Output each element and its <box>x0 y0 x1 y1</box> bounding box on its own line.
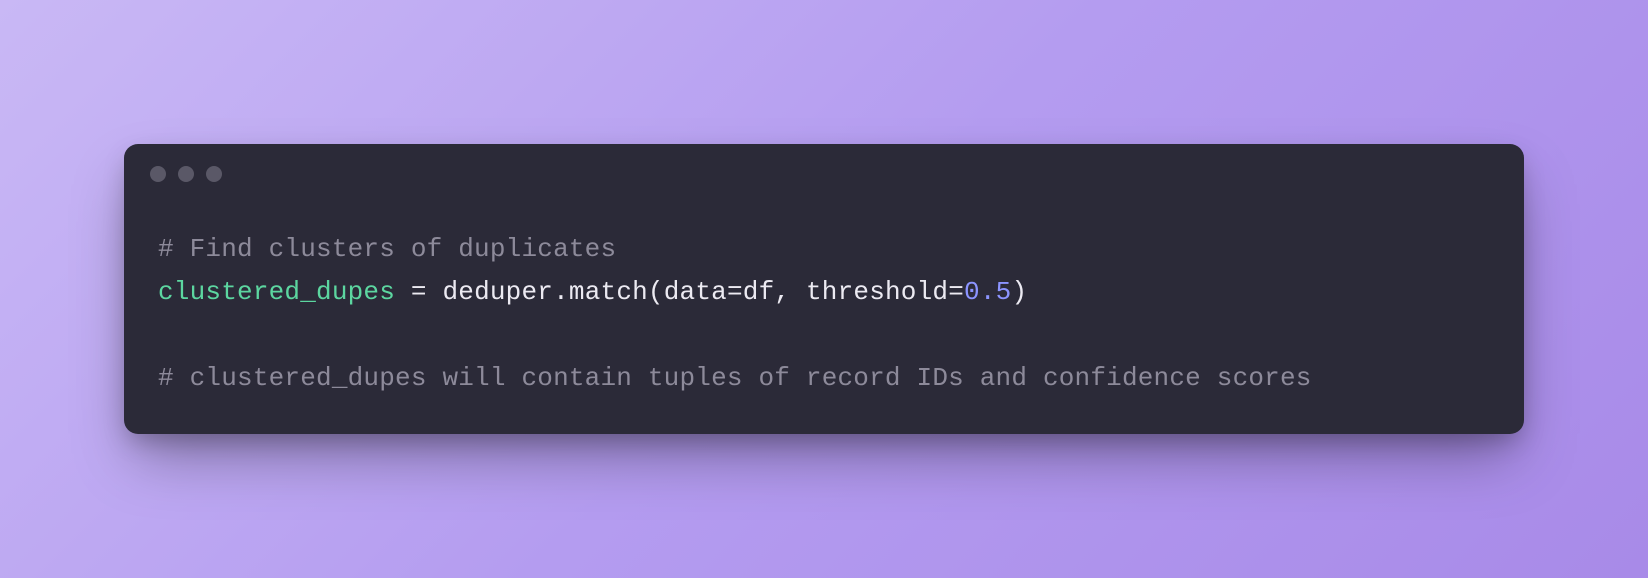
code-line-4: # clustered_dupes will contain tuples of… <box>158 357 1490 400</box>
code-punctuation: , <box>774 277 806 307</box>
traffic-light-close-icon <box>150 166 166 182</box>
code-identifier: deduper <box>442 277 553 307</box>
code-comment: # Find clusters of duplicates <box>158 234 616 264</box>
code-line-1: # Find clusters of duplicates <box>158 228 1490 271</box>
code-number-literal: 0.5 <box>964 277 1011 307</box>
code-kwarg-key: threshold <box>806 277 948 307</box>
window-titlebar <box>124 144 1524 188</box>
code-window: # Find clusters of duplicates clustered_d… <box>124 144 1524 435</box>
code-kwarg-value: df <box>743 277 775 307</box>
code-punctuation: ( <box>648 277 664 307</box>
code-punctuation: ) <box>1011 277 1027 307</box>
code-blank-line <box>158 314 1490 357</box>
code-variable: clustered_dupes <box>158 277 395 307</box>
code-operator: = <box>395 277 442 307</box>
traffic-light-minimize-icon <box>178 166 194 182</box>
code-punctuation: . <box>553 277 569 307</box>
code-method: match <box>569 277 648 307</box>
code-kwarg-key: data <box>664 277 727 307</box>
code-operator: = <box>948 277 964 307</box>
code-comment: # clustered_dupes will contain tuples of… <box>158 363 1312 393</box>
code-operator: = <box>727 277 743 307</box>
code-block: # Find clusters of duplicates clustered_d… <box>124 188 1524 407</box>
code-line-2: clustered_dupes = deduper.match(data=df,… <box>158 271 1490 314</box>
traffic-light-zoom-icon <box>206 166 222 182</box>
